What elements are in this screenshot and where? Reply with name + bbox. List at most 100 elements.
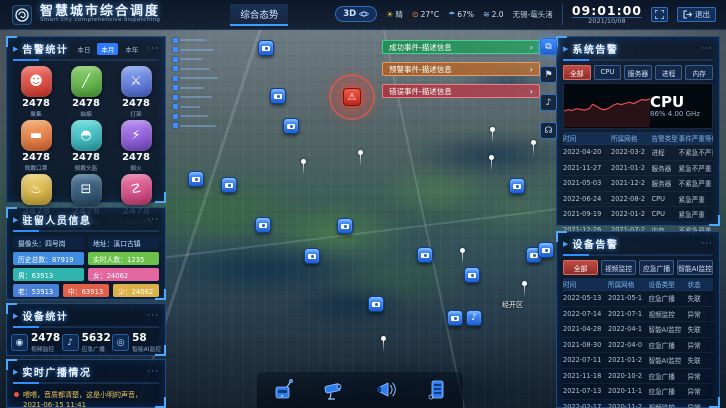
table-row[interactable]: 2022-07-142021-07-1视频监控异常	[563, 307, 713, 323]
device-stat-item[interactable]: ◉2478视频监控	[11, 333, 60, 353]
map-poi-label[interactable]	[173, 37, 206, 43]
tab-本年[interactable]: 本年	[121, 43, 142, 55]
tab-视频监控[interactable]: 视频监控	[601, 260, 636, 275]
flag-button[interactable]: ⚑	[540, 66, 557, 83]
map-point-marker[interactable]	[522, 281, 527, 286]
tab-智能AI监控[interactable]: 智能AI监控	[677, 260, 713, 275]
map-point-marker[interactable]	[358, 150, 363, 155]
more-menu-icon[interactable]: ···	[701, 44, 713, 54]
tab-应急广播[interactable]: 应急广播	[639, 260, 674, 275]
more-menu-icon[interactable]: ···	[147, 215, 159, 225]
map-poi-label[interactable]	[173, 47, 214, 53]
alarm-stat-item[interactable]: ◓2478佩戴头盔	[61, 120, 111, 172]
table-row[interactable]: 2021-11-272021-01-2服务器紧急不严重	[563, 161, 713, 177]
more-menu-icon[interactable]: ···	[147, 44, 159, 54]
camera-marker[interactable]	[447, 310, 463, 326]
megaphone-button[interactable]	[371, 376, 401, 404]
more-menu-icon[interactable]: ···	[701, 239, 713, 249]
table-row[interactable]: 2021-07-132020-11-1应急广播异常	[563, 384, 713, 400]
more-menu-icon[interactable]: ···	[147, 311, 159, 321]
map-poi-label[interactable]	[173, 56, 202, 62]
camera-marker[interactable]	[509, 178, 525, 194]
alarm-stat-item[interactable]: ☻2478聚集	[11, 66, 61, 118]
table-cell: 视频监控	[649, 402, 688, 408]
tab-本日[interactable]: 本日	[73, 43, 94, 55]
table-row[interactable]: 2021-08-302022-04-0应急广播异常	[563, 338, 713, 354]
tab-全部[interactable]: 全部	[563, 65, 591, 80]
radio-button[interactable]: ☊	[540, 122, 557, 139]
tab-overview[interactable]: 综合态势	[230, 4, 288, 26]
map-poi-label[interactable]	[173, 123, 216, 129]
table-row[interactable]: 2022-05-132021-05-1应急广播失联	[563, 291, 713, 307]
map-point-marker[interactable]	[301, 159, 306, 164]
camera-marker[interactable]	[417, 247, 433, 263]
tab-全部[interactable]: 全部	[563, 260, 598, 275]
tab-内存[interactable]: 内存	[685, 65, 713, 80]
broadcast-station-button[interactable]	[268, 376, 298, 404]
camera-marker[interactable]	[368, 296, 384, 312]
speaker-marker[interactable]: ♪	[466, 310, 482, 326]
camera-marker[interactable]	[538, 242, 554, 258]
map-point-marker[interactable]	[531, 140, 536, 145]
table-row[interactable]: 2021-11-182020-10-2应急广播异常	[563, 369, 713, 385]
alarm-stat-item[interactable]: ⚡2478烟火	[111, 120, 161, 172]
panel-title: 告警统计	[22, 41, 68, 56]
map-point-marker[interactable]	[490, 127, 495, 132]
camera-marker[interactable]	[304, 248, 320, 264]
speaker-button[interactable]: ♪	[540, 94, 557, 111]
table-row[interactable]: 2022-07-112021-01-2智能AI监控失联	[563, 353, 713, 369]
table-row[interactable]: 2021-09-192022-01-2CPU紧急严重	[563, 207, 713, 223]
camera-marker[interactable]	[464, 267, 480, 283]
warning-event-toast[interactable]: 预警事件-描述信息›	[382, 62, 540, 76]
map-poi-label[interactable]	[173, 85, 204, 91]
fullscreen-button[interactable]	[651, 7, 668, 22]
more-menu-icon[interactable]: ···	[147, 367, 159, 377]
cctv-camera-button[interactable]	[319, 376, 349, 404]
map-poi-label[interactable]	[173, 113, 208, 119]
camera-marker[interactable]	[270, 88, 286, 104]
3d-mode-toggle[interactable]: 3D	[335, 6, 377, 22]
device-stat-item[interactable]: ◎58智能AI监控	[112, 333, 161, 353]
resident-stat-box: 摄像头：四号岗	[13, 236, 84, 249]
table-row[interactable]: 2021-04-282022-04-1智能AI监控失联	[563, 322, 713, 338]
map-point-marker[interactable]	[489, 155, 494, 160]
map-point-marker[interactable]	[381, 336, 386, 341]
tab-本月[interactable]: 本月	[97, 43, 118, 55]
broadcast-message-item[interactable]: 喂喂，音质都清楚，这是小明的声音， 2021-06-15 11:41	[7, 387, 165, 408]
table-row[interactable]: 2022-04-202022-03-2进程不紧急不严重	[563, 145, 713, 161]
camera-marker[interactable]	[188, 171, 204, 187]
person-crossing-icon: ☡	[121, 174, 152, 205]
table-cell: 2021-08-30	[563, 341, 608, 349]
map-poi-label[interactable]	[173, 66, 210, 72]
layers-button[interactable]: ⧉	[540, 38, 557, 55]
clock-block: 09:01:00 2021/10/08	[562, 4, 642, 26]
map-poi-label[interactable]	[173, 94, 212, 100]
alarm-stat-item[interactable]: ▬2478佩戴口罩	[11, 120, 61, 172]
camera-marker[interactable]	[337, 218, 353, 234]
alarm-stat-item[interactable]: ╱2478抽烟	[61, 66, 111, 118]
table-cell: 2021-07-13	[563, 387, 608, 395]
alarm-marker[interactable]: ⚠	[343, 88, 361, 106]
camera-marker[interactable]	[258, 40, 274, 56]
table-row[interactable]: 2022-06-242022-08-2CPU紧急严重	[563, 192, 713, 208]
error-event-toast[interactable]: 错误事件-描述信息›	[382, 84, 540, 98]
map-poi-label[interactable]	[173, 75, 218, 81]
device-stat-item[interactable]: ♪5632应急广播	[62, 333, 111, 353]
camera-marker[interactable]	[221, 177, 237, 193]
map-point-marker[interactable]	[460, 248, 465, 253]
alarm-count: 2478	[11, 152, 61, 163]
map-poi-label[interactable]	[173, 104, 200, 110]
table-row[interactable]: 2021-05-032021-12-2服务器不紧急严重	[563, 176, 713, 192]
tab-进程[interactable]: 进程	[655, 65, 683, 80]
success-event-toast[interactable]: 成功事件-描述信息›	[382, 40, 540, 54]
table-row[interactable]: 2022-02-172020-11-2视频监控异常	[563, 400, 713, 408]
camera-marker[interactable]	[283, 118, 299, 134]
megaphone-icon	[373, 377, 399, 403]
alarm-stat-item[interactable]: ⚔2478打架	[111, 66, 161, 118]
exit-button[interactable]: 退出	[677, 7, 716, 22]
tab-服务器[interactable]: 服务器	[624, 65, 652, 80]
server-button[interactable]	[422, 376, 452, 404]
camera-marker[interactable]	[255, 217, 271, 233]
table-cell: 服务器	[652, 178, 679, 188]
tab-CPU[interactable]: CPU	[594, 65, 622, 80]
